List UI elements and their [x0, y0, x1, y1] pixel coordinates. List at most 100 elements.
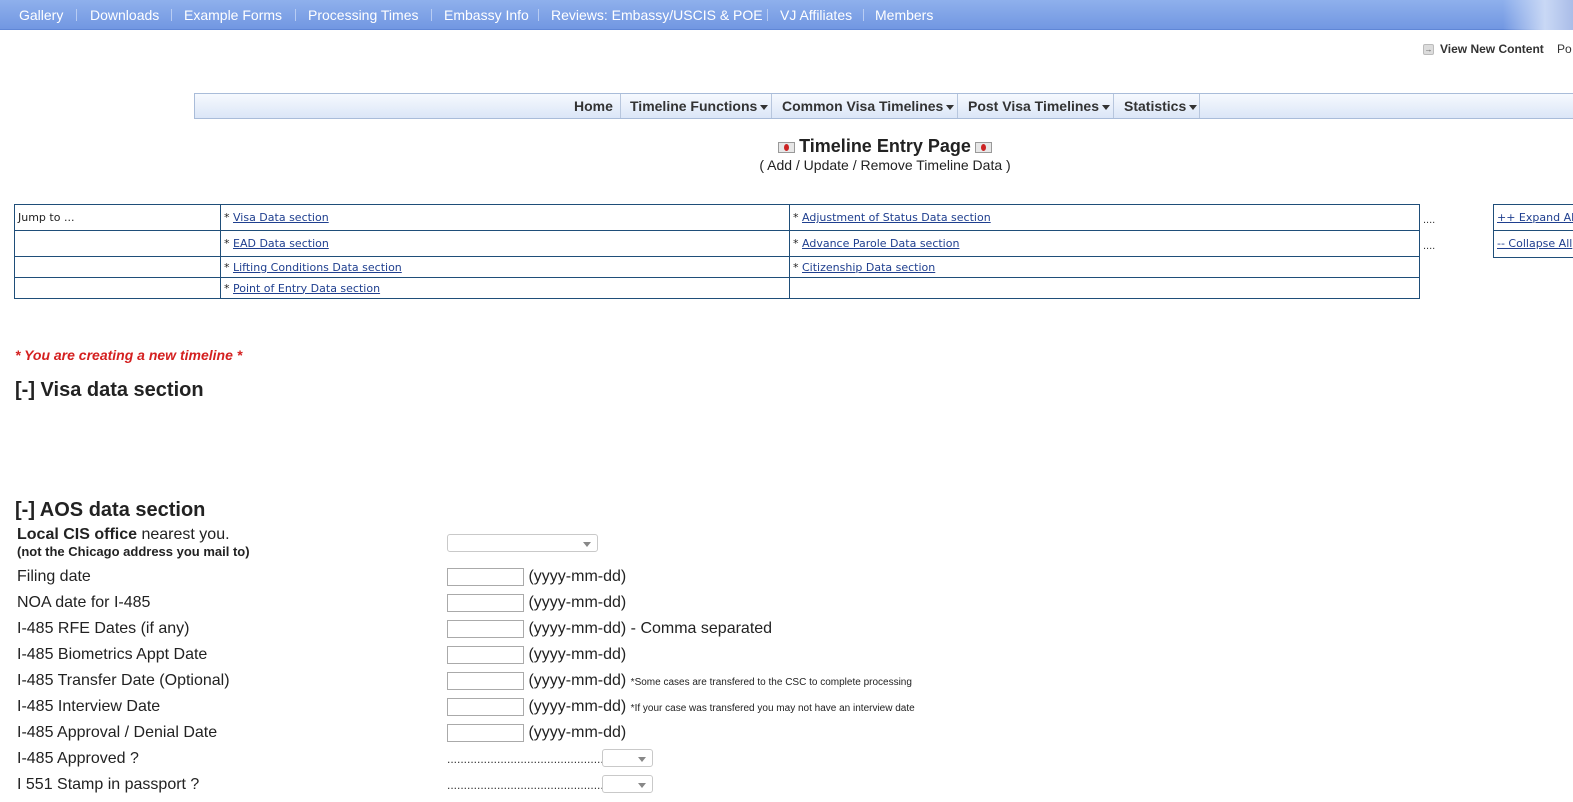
approval-row: I-485 Approval / Denial Date (yyyy-mm-dd…: [17, 724, 1217, 750]
approval-control: (yyyy-mm-dd): [447, 724, 626, 742]
jump-link-visa[interactable]: Visa Data section: [233, 211, 329, 224]
filing-date-control: (yyyy-mm-dd): [447, 568, 626, 586]
menu-divider: [957, 94, 958, 118]
collapse-all-link[interactable]: -- Collapse All: [1497, 237, 1572, 250]
jump-cell: * Advance Parole Data section: [789, 230, 1420, 257]
nav-embassy-info[interactable]: Embassy Info: [444, 7, 529, 23]
nav-reviews[interactable]: Reviews: Embassy/USCIS & POE: [551, 7, 763, 23]
expand-collapse-box: ++ Expand All -- Collapse All: [1493, 204, 1573, 258]
cis-office-label-rest: nearest you.: [137, 526, 230, 543]
jump-to-table: Jump to ... * Visa Data section * Adjust…: [14, 204, 1420, 299]
chevron-down-icon: [1102, 104, 1110, 110]
approved-select[interactable]: [602, 749, 653, 767]
transfer-note: *Some cases are transfered to the CSC to…: [630, 677, 912, 689]
nav-divider: [863, 9, 864, 21]
menu-post-visa-timelines-label: Post Visa Timelines: [968, 98, 1099, 114]
nav-vj-affiliates[interactable]: VJ Affiliates: [780, 7, 852, 23]
menu-timeline-functions[interactable]: Timeline Functions: [630, 98, 769, 114]
nav-processing-times[interactable]: Processing Times: [308, 7, 418, 23]
bullet: *: [224, 237, 230, 250]
approved-row: I-485 Approved ? .......................…: [17, 749, 1217, 776]
cis-office-label: Local CIS office nearest you. (not the C…: [17, 526, 250, 559]
approval-label: I-485 Approval / Denial Date: [17, 724, 218, 741]
biometrics-label: I-485 Biometrics Appt Date: [17, 646, 208, 663]
menu-statistics-label: Statistics: [1124, 98, 1187, 114]
nav-divider: [76, 9, 77, 21]
interview-date-input[interactable]: [447, 698, 524, 716]
noa-date-input[interactable]: [447, 594, 524, 612]
rfe-format-hint: (yyyy-mm-dd) - Comma separated: [528, 620, 773, 638]
cis-office-label-bold: Local CIS office: [17, 526, 138, 543]
jump-cell: * Citizenship Data section: [789, 256, 1420, 278]
date-format-hint: (yyyy-mm-dd): [528, 698, 627, 716]
date-format-hint: (yyyy-mm-dd): [528, 672, 627, 690]
cis-office-select[interactable]: [447, 534, 598, 552]
jump-link-aos[interactable]: Adjustment of Status Data section: [802, 211, 991, 224]
menu-statistics[interactable]: Statistics: [1124, 98, 1198, 114]
jump-link-lifting-conditions[interactable]: Lifting Conditions Data section: [233, 261, 402, 274]
page-subtitle: ( Add / Update / Remove Timeline Data ): [759, 157, 1011, 173]
approved-control: ........................................…: [447, 750, 607, 768]
rfe-dates-input[interactable]: [447, 620, 524, 638]
partial-utility-link[interactable]: Po: [1557, 42, 1572, 56]
biometrics-date-input[interactable]: [447, 646, 524, 664]
aos-section-toggle[interactable]: [-] AOS data section: [15, 499, 205, 522]
bullet: *: [793, 237, 799, 250]
jump-link-ead[interactable]: EAD Data section: [233, 237, 329, 250]
bullet: *: [224, 211, 230, 224]
jump-cell: * Point of Entry Data section: [220, 277, 790, 299]
filing-date-label: Filing date: [17, 568, 91, 585]
chevron-down-icon: [638, 757, 646, 762]
chevron-down-icon: [583, 542, 591, 547]
stamp-select[interactable]: [602, 775, 653, 793]
jump-link-advance-parole[interactable]: Advance Parole Data section: [802, 237, 959, 250]
menu-post-visa-timelines[interactable]: Post Visa Timelines: [968, 98, 1110, 114]
menu-home[interactable]: Home: [574, 98, 613, 114]
bullet: *: [224, 260, 230, 274]
collapse-row: -- Collapse All: [1494, 231, 1573, 257]
interview-note: *If your case was transfered you may not…: [630, 703, 915, 715]
interview-row: I-485 Interview Date (yyyy-mm-dd) *If yo…: [17, 698, 1217, 724]
stamp-row: I 551 Stamp in passport ? ..............…: [17, 775, 1217, 802]
menu-common-visa-timelines[interactable]: Common Visa Timelines: [782, 98, 955, 114]
filing-date-row: Filing date (yyyy-mm-dd): [17, 568, 1217, 594]
menu-divider: [620, 94, 621, 118]
jump-label: Jump to ...: [14, 204, 221, 231]
dot-spacer: ....: [1423, 240, 1436, 252]
date-format-hint: (yyyy-mm-dd): [528, 646, 627, 664]
menu-common-visa-timelines-label: Common Visa Timelines: [782, 98, 944, 114]
flag-icon: [974, 141, 992, 153]
dot-spacer: ....: [1423, 214, 1436, 226]
view-new-content-link[interactable]: → View New Content Po: [1423, 42, 1572, 56]
interview-control: (yyyy-mm-dd) *If your case was transfere…: [447, 698, 915, 716]
nav-members[interactable]: Members: [875, 7, 933, 23]
expand-all-link[interactable]: ++ Expand All: [1497, 211, 1573, 224]
jump-cell-empty: [14, 277, 221, 299]
nav-divider: [431, 9, 432, 21]
chevron-down-icon: [1189, 104, 1198, 110]
jump-link-point-of-entry[interactable]: Point of Entry Data section: [233, 282, 380, 295]
page-title-row: Timeline Entry Page: [197, 136, 1573, 157]
menu-timeline-functions-label: Timeline Functions: [630, 98, 758, 114]
filing-date-input[interactable]: [447, 568, 524, 586]
jump-link-citizenship[interactable]: Citizenship Data section: [802, 261, 935, 274]
menu-divider: [771, 94, 772, 118]
nav-divider: [767, 9, 768, 21]
transfer-date-input[interactable]: [447, 672, 524, 690]
nav-downloads[interactable]: Downloads: [90, 7, 159, 23]
nav-example-forms[interactable]: Example Forms: [184, 7, 282, 23]
view-new-content-label: View New Content: [1440, 42, 1544, 56]
jump-cell-empty: [14, 230, 221, 257]
approved-label: I-485 Approved ?: [17, 750, 139, 767]
visa-section-toggle[interactable]: [-] Visa data section: [15, 379, 204, 402]
menu-divider: [1113, 94, 1114, 118]
jump-cell-empty: [14, 256, 221, 278]
transfer-row: I-485 Transfer Date (Optional) (yyyy-mm-…: [17, 672, 1217, 698]
nav-gallery[interactable]: Gallery: [19, 7, 63, 23]
dot-leader: ........................................…: [447, 752, 608, 766]
dot-leader: ........................................…: [447, 778, 608, 792]
approval-date-input[interactable]: [447, 724, 524, 742]
noa-date-control: (yyyy-mm-dd): [447, 594, 626, 612]
stamp-control: ........................................…: [447, 776, 607, 794]
new-timeline-notice: * You are creating a new timeline *: [15, 347, 243, 363]
